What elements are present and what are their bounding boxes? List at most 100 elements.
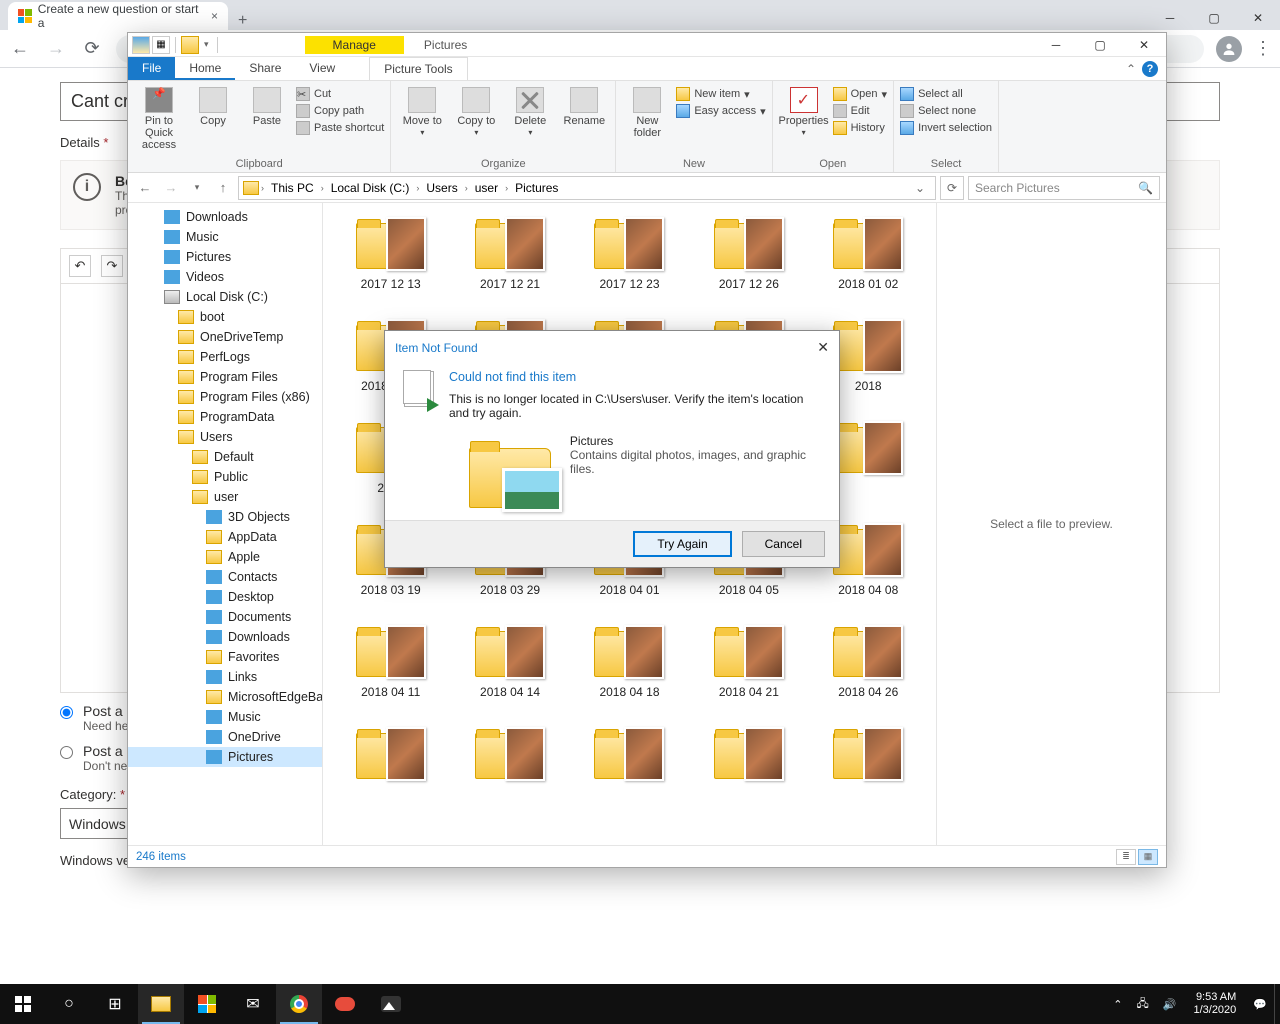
tree-item[interactable]: Desktop (128, 587, 322, 607)
properties-button[interactable]: ✓Properties▾ (779, 83, 829, 138)
tree-item[interactable]: Music (128, 227, 322, 247)
navigation-pane[interactable]: DownloadsMusicPicturesVideosLocal Disk (… (128, 203, 323, 845)
tree-item[interactable]: OneDrive (128, 727, 322, 747)
breadcrumb-segment[interactable]: Users (421, 181, 462, 195)
tree-item[interactable]: boot (128, 307, 322, 327)
tree-item[interactable]: Favorites (128, 647, 322, 667)
tab-home[interactable]: Home (175, 57, 235, 80)
paste-button[interactable]: Paste (242, 83, 292, 127)
tray-overflow[interactable]: ⌃ (1106, 998, 1129, 1011)
rename-button[interactable]: Rename (559, 83, 609, 127)
breadcrumb-segment[interactable]: Pictures (510, 181, 563, 195)
folder-item[interactable]: 2017 12 21 (456, 217, 564, 291)
history-button[interactable]: History (833, 121, 887, 135)
pin-to-quick-access-button[interactable]: 📌Pin to Quick access (134, 83, 184, 151)
folder-item[interactable]: 2017 12 26 (695, 217, 803, 291)
move-to-button[interactable]: Move to▾ (397, 83, 447, 138)
folder-item[interactable] (337, 727, 445, 787)
select-none-button[interactable]: Select none (900, 104, 992, 118)
tray-clock[interactable]: 9:53 AM1/3/2020 (1183, 991, 1246, 1017)
folder-item[interactable]: 2017 12 13 (337, 217, 445, 291)
view-thumbnails-button[interactable]: ▦ (1138, 849, 1158, 865)
folder-item[interactable]: 2017 12 23 (575, 217, 683, 291)
ribbon-collapse-icon[interactable]: ⌃ (1126, 62, 1136, 76)
nav-forward-button[interactable]: → (160, 177, 182, 199)
breadcrumb-segment[interactable]: user (470, 181, 503, 195)
qat-properties-icon[interactable]: ▦ (152, 36, 170, 54)
breadcrumb[interactable]: › This PC› Local Disk (C:)› Users› user›… (238, 176, 936, 200)
edit-button[interactable]: Edit (833, 104, 887, 118)
folder-item[interactable] (695, 727, 803, 787)
cancel-button[interactable]: Cancel (742, 531, 825, 557)
tree-item[interactable]: Pictures (128, 247, 322, 267)
tree-item[interactable]: Documents (128, 607, 322, 627)
tree-item[interactable]: 3D Objects (128, 507, 322, 527)
tree-item[interactable]: Users (128, 427, 322, 447)
context-tab-header[interactable]: Manage (305, 36, 404, 54)
delete-button[interactable]: Delete▾ (505, 83, 555, 138)
chrome-minimize-button[interactable]: ─ (1148, 6, 1192, 30)
taskbar-app1[interactable] (322, 984, 368, 1024)
folder-item[interactable]: 2018 04 11 (337, 625, 445, 699)
tree-item[interactable]: Downloads (128, 207, 322, 227)
tab-view[interactable]: View (295, 57, 349, 80)
tab-file[interactable]: File (128, 57, 175, 80)
tree-item[interactable]: Videos (128, 267, 322, 287)
tree-item[interactable]: Public (128, 467, 322, 487)
invert-selection-button[interactable]: Invert selection (900, 121, 992, 135)
new-tab-button[interactable]: + (228, 12, 257, 30)
paste-shortcut-button[interactable]: Paste shortcut (296, 121, 384, 135)
chrome-close-button[interactable]: ✕ (1236, 6, 1280, 30)
folder-item[interactable]: 2018 04 18 (575, 625, 683, 699)
minimize-button[interactable]: ─ (1034, 33, 1078, 57)
tree-item[interactable]: ProgramData (128, 407, 322, 427)
close-icon[interactable]: × (211, 9, 218, 23)
taskbar-mail[interactable]: ✉ (230, 984, 276, 1024)
tree-item[interactable]: Local Disk (C:) (128, 287, 322, 307)
task-view-button[interactable]: ⊞ (92, 984, 138, 1024)
close-button[interactable]: ✕ (1122, 33, 1166, 57)
qat-newfolder-icon[interactable] (181, 36, 199, 54)
folder-item[interactable]: 2018 01 02 (814, 217, 922, 291)
tree-item[interactable]: Program Files (128, 367, 322, 387)
refresh-button[interactable]: ⟳ (940, 176, 964, 200)
tray-network-icon[interactable]: 🖧 (1130, 995, 1156, 1014)
folder-item[interactable]: 2018 04 14 (456, 625, 564, 699)
tree-item[interactable]: user (128, 487, 322, 507)
redo-button[interactable]: ↷ (101, 255, 123, 277)
help-icon[interactable]: ? (1142, 61, 1158, 77)
tab-picture-tools[interactable]: Picture Tools (369, 57, 467, 80)
copy-path-button[interactable]: Copy path (296, 104, 384, 118)
breadcrumb-segment[interactable]: Local Disk (C:) (326, 181, 415, 195)
reload-button[interactable]: ⟳ (80, 38, 104, 59)
breadcrumb-segment[interactable]: This PC (266, 181, 319, 195)
radio-input[interactable] (60, 706, 73, 719)
taskbar-chrome[interactable] (276, 984, 322, 1024)
folder-item[interactable]: 2018 04 21 (695, 625, 803, 699)
forward-button[interactable]: → (44, 38, 68, 59)
try-again-button[interactable]: Try Again (633, 531, 731, 557)
cortana-button[interactable]: ○ (46, 984, 92, 1024)
start-button[interactable] (0, 984, 46, 1024)
explorer-titlebar[interactable]: ▦ ▾ Manage Pictures ─ ▢ ✕ (128, 33, 1166, 57)
folder-item[interactable] (814, 727, 922, 787)
tree-item[interactable]: MicrosoftEdgeBackup (128, 687, 322, 707)
dialog-close-button[interactable]: ✕ (817, 339, 829, 356)
nav-recent-button[interactable]: ▾ (186, 177, 208, 199)
qat-explorer-icon[interactable] (132, 36, 150, 54)
breadcrumb-dropdown[interactable]: ⌄ (909, 181, 931, 195)
radio-input[interactable] (60, 746, 73, 759)
easy-access-button[interactable]: Easy access ▾ (676, 104, 765, 118)
tree-item[interactable]: Links (128, 667, 322, 687)
undo-button[interactable]: ↶ (69, 255, 91, 277)
taskbar-photos[interactable] (368, 984, 414, 1024)
taskbar-explorer[interactable] (138, 984, 184, 1024)
open-button[interactable]: Open ▾ (833, 87, 887, 101)
tree-item[interactable]: Default (128, 447, 322, 467)
nav-up-button[interactable]: ↑ (212, 177, 234, 199)
tree-item[interactable]: Downloads (128, 627, 322, 647)
copy-to-button[interactable]: Copy to▾ (451, 83, 501, 138)
search-input[interactable]: Search Pictures🔍 (968, 176, 1160, 200)
tray-notifications-icon[interactable]: 💬 (1246, 998, 1274, 1011)
chrome-maximize-button[interactable]: ▢ (1192, 6, 1236, 30)
